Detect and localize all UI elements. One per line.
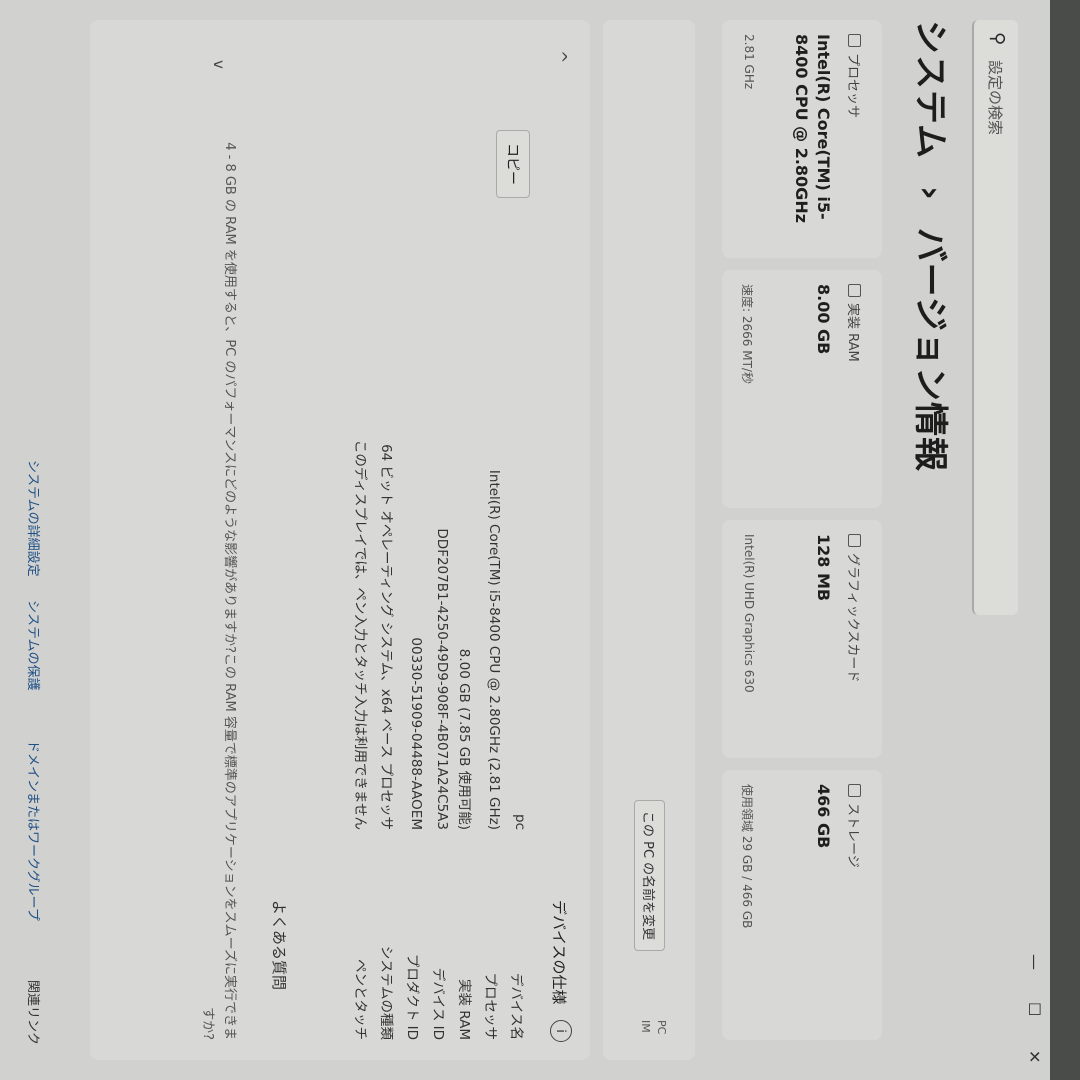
storage-card: ストレージ 466 GB 使用領域 29 GB / 466 GB	[722, 770, 882, 1040]
memory-icon	[848, 284, 861, 297]
graphics-card-sub: Intel(R) UHD Graphics 630	[742, 534, 756, 693]
related-links: 関連リンク ドメインまたはワークグループ システムの保護 システムの詳細設定	[14, 20, 44, 1060]
chevron-down-icon[interactable]: v	[210, 60, 228, 69]
related-links-label: 関連リンク	[25, 980, 40, 1046]
storage-card-sub: 使用領域 29 GB / 466 GB	[740, 784, 754, 929]
spec-key: プロダクト ID	[404, 953, 420, 1040]
link-domain-workgroup[interactable]: ドメインまたはワークグループ	[25, 740, 44, 921]
processor-card-value: Intel(R) Core(TM) i5-8400 CPU @ 2.80GHz	[792, 34, 833, 224]
spec-value: DDF207B1-4250-49D9-908F-4B071A24C5A3	[434, 528, 450, 830]
spec-key: システムの種類	[378, 945, 394, 1040]
pc-name-text: PC IM	[639, 1020, 668, 1035]
faq-question[interactable]: 4 - 8 GB の RAM を使用すると、PC のパフォーマンスにどのような影…	[196, 140, 240, 1040]
spec-value: このディスプレイでは、ペン入力とタッチ入力は利用できません	[352, 439, 368, 830]
chevron-up-icon[interactable]: ^	[551, 50, 570, 63]
search-icon: ⚲	[987, 32, 1008, 46]
spec-key: ペンとタッチ	[352, 959, 368, 1040]
ram-card: 実装 RAM 8.00 GB 速度: 2666 MT/秒	[722, 270, 882, 508]
rename-pc-button[interactable]: この PC の名前を変更	[634, 800, 665, 952]
page-title: システム › バージョン情報	[909, 20, 958, 472]
info-icon: i	[550, 1020, 572, 1042]
breadcrumb-page: バージョン情報	[910, 227, 950, 473]
spec-key: プロセッサ	[482, 972, 498, 1041]
spec-key: デバイス ID	[430, 967, 446, 1040]
ram-card-value: 8.00 GB	[814, 284, 833, 355]
breadcrumb-section[interactable]: システム	[910, 20, 950, 159]
spec-value: 00330-51909-04488-AAOEM	[408, 637, 424, 830]
spec-value: 64 ビット オペレーティング システム、x64 ベース プロセッサ	[378, 444, 394, 830]
link-advanced-system-settings[interactable]: システムの詳細設定	[25, 460, 44, 577]
pc-name-tile: PC IM この PC の名前を変更	[603, 20, 695, 1060]
graphics-card: グラフィックスカード 128 MB Intel(R) UHD Graphics …	[722, 520, 882, 758]
spec-row: システムの種類 64 ビット オペレーティング システム、x64 ベース プロセ…	[374, 20, 398, 1060]
screen-photo: ✕ ☐ — ⚲ 設定の検索 システム › バージョン情報 プロセッサ Intel…	[0, 0, 1050, 1080]
spec-row: プロダクト ID 00330-51909-04488-AAOEM	[400, 20, 424, 1060]
spec-row: ペンとタッチ このディスプレイでは、ペン入力とタッチ入力は利用できません	[348, 20, 372, 1060]
ram-card-sub: 速度: 2666 MT/秒	[740, 284, 754, 384]
spec-row: デバイス ID DDF207B1-4250-49D9-908F-4B071A24…	[426, 20, 450, 1060]
settings-window: ✕ ☐ — ⚲ 設定の検索 システム › バージョン情報 プロセッサ Intel…	[0, 0, 1050, 1080]
faq-title: よくある質問	[270, 900, 288, 991]
storage-card-label: ストレージ	[845, 784, 864, 868]
spec-value: pc	[512, 814, 528, 830]
spec-row: プロセッサ Intel(R) Core(TM) i5-8400 CPU @ 2.…	[478, 20, 502, 1060]
storage-icon	[848, 784, 861, 797]
spec-row: デバイス名 pc	[504, 20, 528, 1060]
processor-icon	[848, 34, 861, 47]
spec-row: 実装 RAM 8.00 GB (7.85 GB 使用可能)	[452, 20, 476, 1060]
spec-value: 8.00 GB (7.85 GB 使用可能)	[456, 648, 472, 830]
storage-card-value: 466 GB	[814, 784, 833, 849]
graphics-icon	[848, 534, 861, 547]
maximize-icon[interactable]: ☐	[1025, 1002, 1044, 1016]
spec-value: Intel(R) Core(TM) i5-8400 CPU @ 2.80GHz …	[486, 469, 502, 830]
device-specs-title: デバイスの仕様	[550, 900, 568, 1005]
processor-card-sub: 2.81 GHz	[742, 34, 756, 90]
breadcrumb-separator: ›	[910, 185, 950, 201]
spec-key: 実装 RAM	[456, 978, 472, 1040]
device-specs-panel: i デバイスの仕様 ^ コピー デバイス名 pc プロセッサ Intel(R) …	[90, 20, 590, 1060]
search-input[interactable]: ⚲ 設定の検索	[972, 20, 1018, 615]
minimize-icon[interactable]: —	[1025, 954, 1044, 970]
ram-card-label: 実装 RAM	[845, 284, 864, 362]
spec-key: デバイス名	[508, 972, 524, 1040]
close-icon[interactable]: ✕	[1025, 1050, 1044, 1063]
link-system-protection[interactable]: システムの保護	[25, 600, 44, 691]
processor-card-label: プロセッサ	[845, 34, 864, 118]
processor-card: プロセッサ Intel(R) Core(TM) i5-8400 CPU @ 2.…	[722, 20, 882, 258]
graphics-card-value: 128 MB	[814, 534, 833, 602]
graphics-card-label: グラフィックスカード	[845, 534, 864, 682]
search-placeholder: 設定の検索	[986, 60, 1004, 136]
